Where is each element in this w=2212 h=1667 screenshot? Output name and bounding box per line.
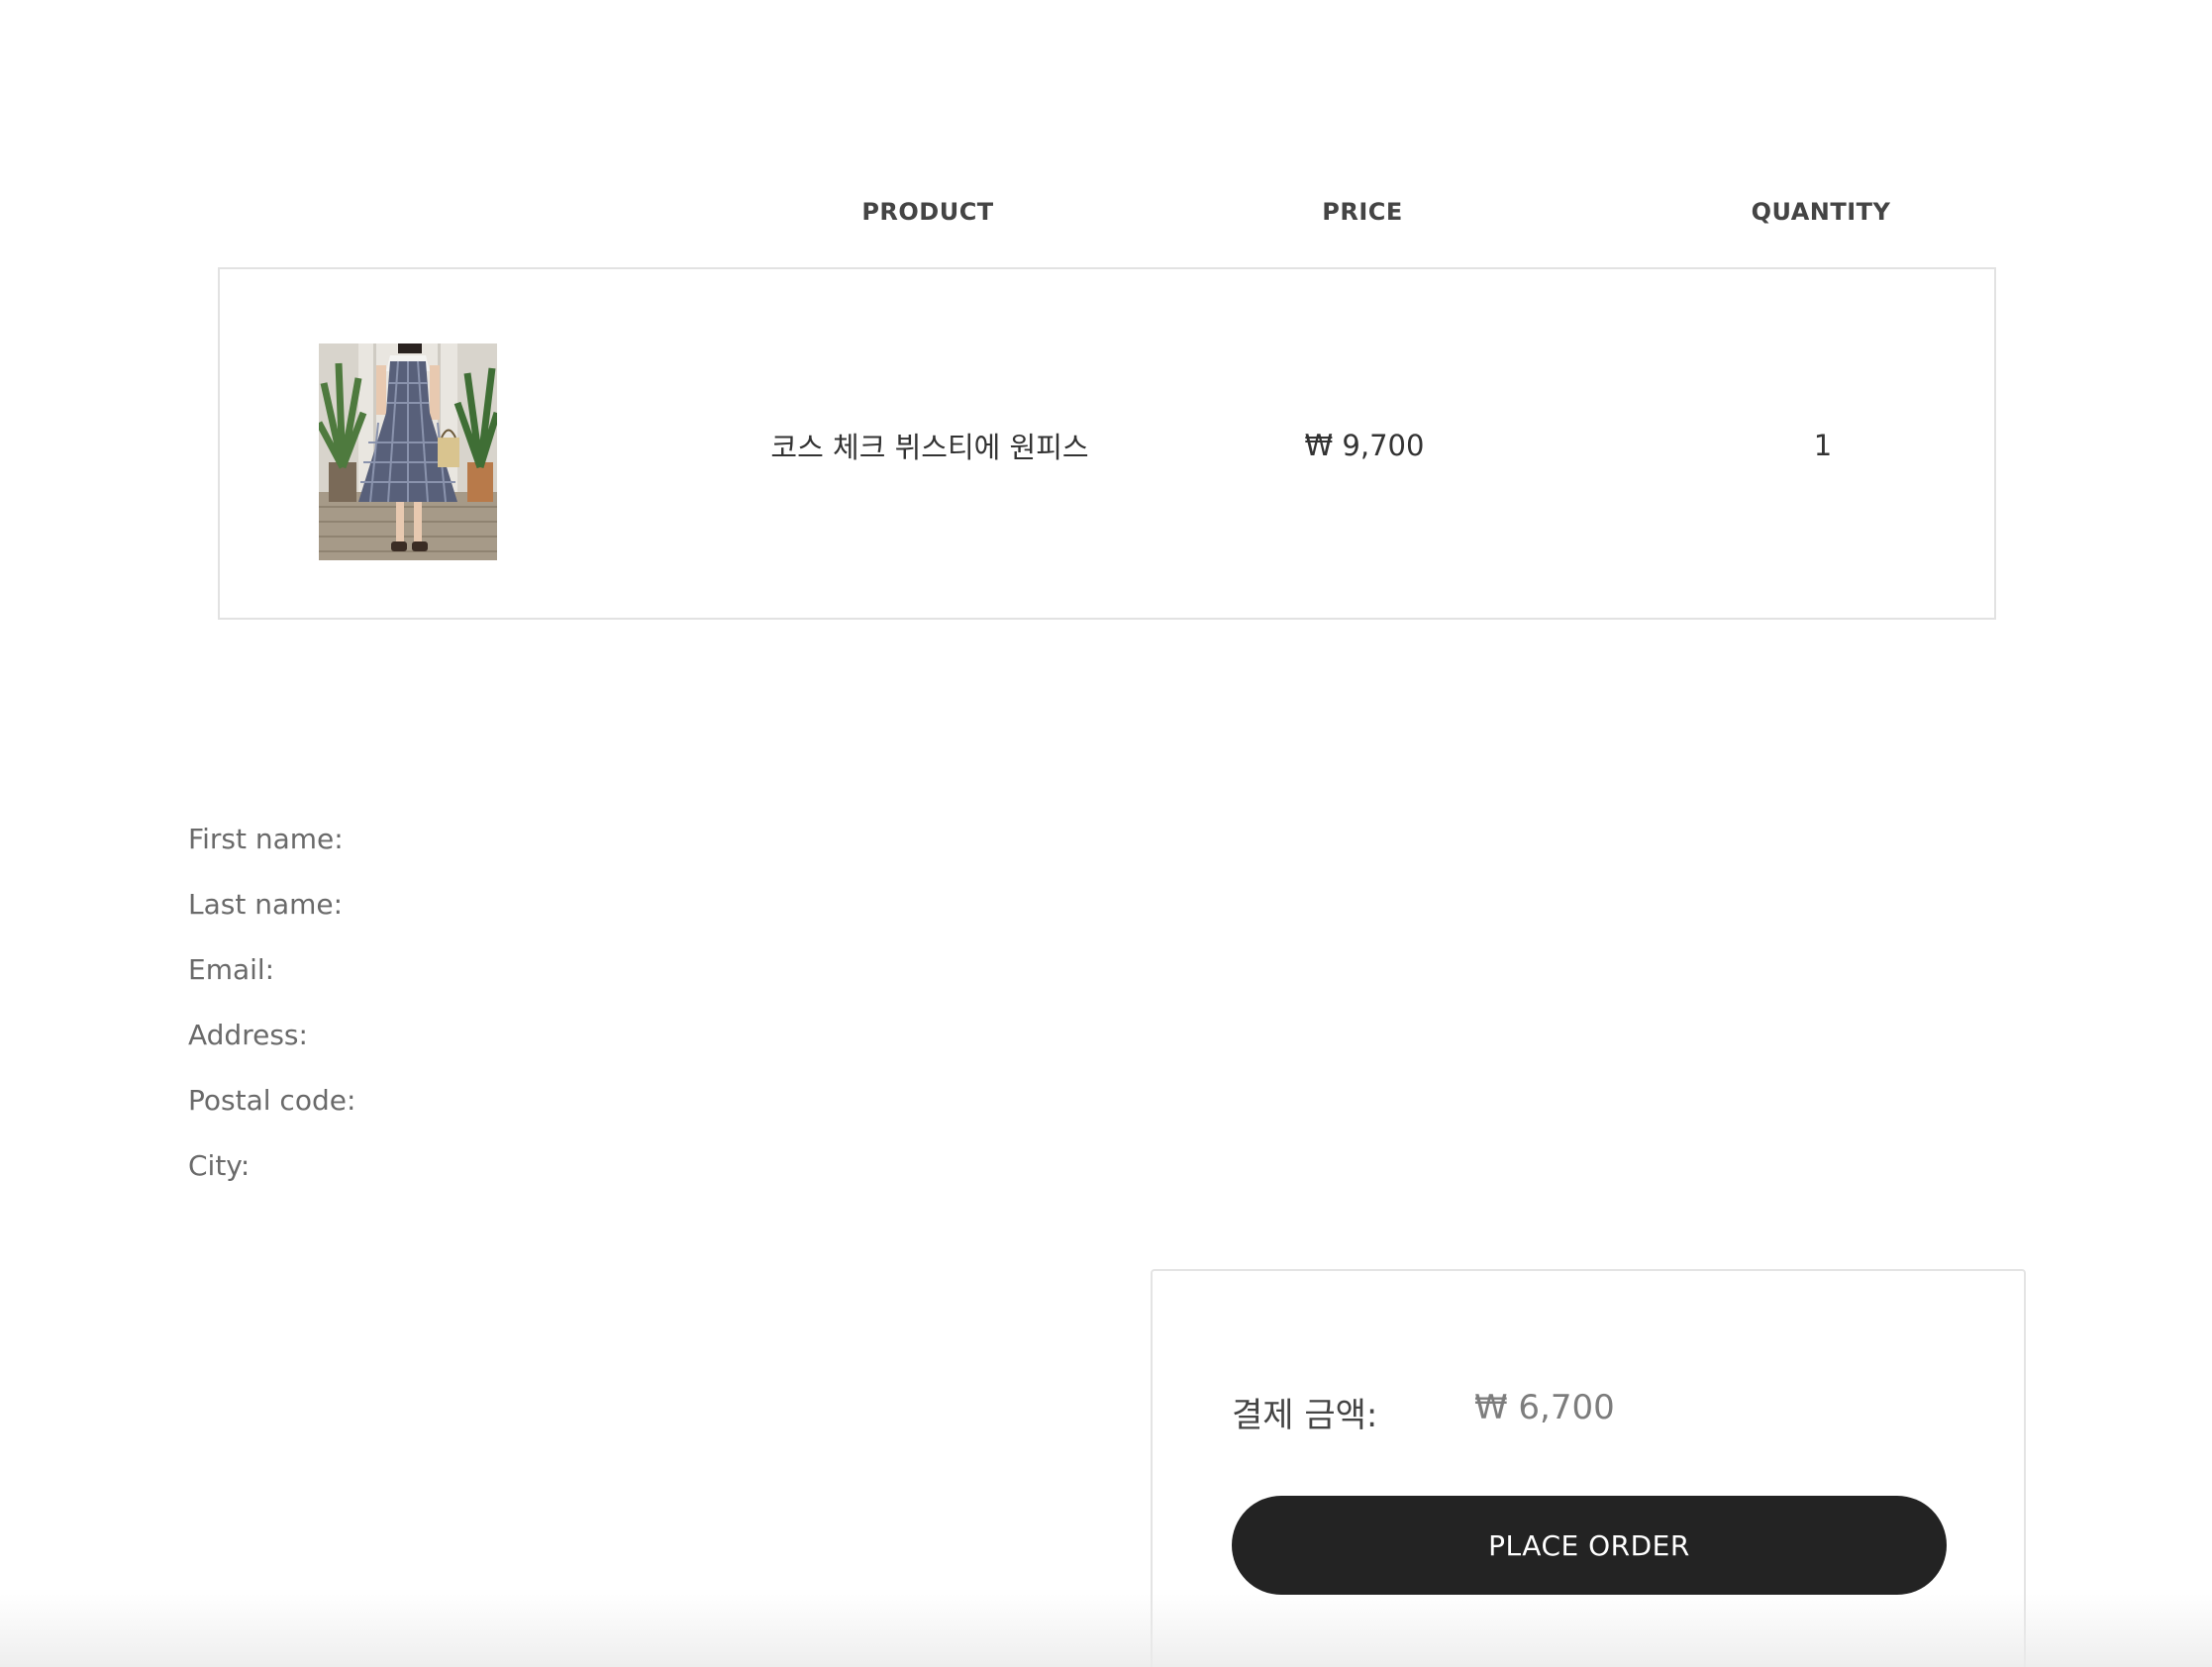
product-image[interactable] xyxy=(319,343,497,560)
checkout-page: PRODUCT PRICE QUANTITY 코스 체크 뷔스티에 원피스 ₩ … xyxy=(0,0,2212,1667)
postal-code-label: Postal code: xyxy=(188,1084,356,1117)
table-row: 코스 체크 뷔스티에 원피스 ₩ 9,700 1 xyxy=(218,267,1996,620)
product-quantity: 1 xyxy=(1813,429,1833,462)
order-summary: 결제 금액: ₩ 6,700 PLACE ORDER xyxy=(1151,1269,2026,1667)
column-header-price: PRICE xyxy=(1322,198,1403,226)
last-name-label: Last name: xyxy=(188,888,344,921)
first-name-label: First name: xyxy=(188,823,344,855)
place-order-button[interactable]: PLACE ORDER xyxy=(1232,1496,1947,1595)
product-photo-icon xyxy=(319,343,497,560)
customer-info: First name: Last name: Email: Address: P… xyxy=(188,822,355,1214)
product-price: ₩ 9,700 xyxy=(1304,429,1425,462)
address-label: Address: xyxy=(188,1019,308,1051)
column-header-product: PRODUCT xyxy=(861,198,994,226)
city-label: City: xyxy=(188,1149,251,1182)
total-amount-value: ₩ 6,700 xyxy=(1474,1388,1615,1427)
total-amount-label: 결제 금액: xyxy=(1232,1396,1378,1435)
column-header-quantity: QUANTITY xyxy=(1751,198,1891,226)
product-name[interactable]: 코스 체크 뷔스티에 원피스 xyxy=(770,425,1088,466)
email-label: Email: xyxy=(188,953,275,986)
